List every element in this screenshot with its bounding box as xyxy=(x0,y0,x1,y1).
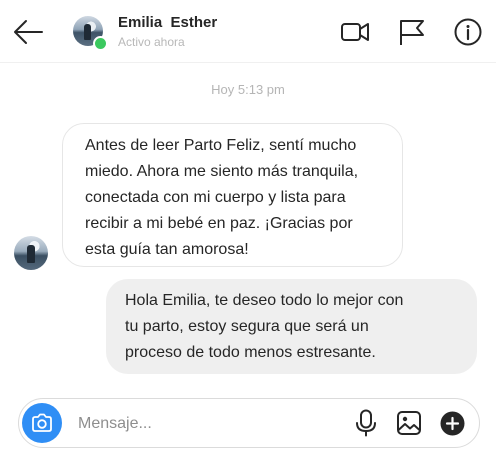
back-button[interactable] xyxy=(12,17,44,47)
online-indicator xyxy=(93,36,108,51)
incoming-message-text: Antes de leer Parto Feliz, sentí mucho m… xyxy=(85,137,359,258)
info-icon xyxy=(454,18,482,46)
chat-header: Emilia Esther Activo ahora xyxy=(0,0,496,63)
video-call-icon xyxy=(341,23,369,41)
camera-icon xyxy=(32,413,52,432)
video-call-button[interactable] xyxy=(340,17,370,47)
gallery-button[interactable] xyxy=(396,410,422,436)
incoming-message[interactable]: Antes de leer Parto Feliz, sentí mucho m… xyxy=(62,123,403,267)
voice-message-button[interactable] xyxy=(354,409,378,437)
contact-name[interactable]: Emilia Esther xyxy=(118,14,217,31)
outgoing-message[interactable]: Hola Emilia, te deseo todo lo mejor con … xyxy=(106,279,477,374)
image-icon xyxy=(397,411,421,435)
contact-status: Activo ahora xyxy=(118,35,185,49)
outgoing-message-text: Hola Emilia, te deseo todo lo mejor con … xyxy=(125,292,404,361)
add-attachment-button[interactable] xyxy=(440,411,465,436)
contact-avatar[interactable] xyxy=(73,16,108,51)
info-button[interactable] xyxy=(453,17,483,47)
sender-avatar[interactable] xyxy=(14,236,48,270)
camera-button[interactable] xyxy=(22,403,62,443)
message-input[interactable] xyxy=(78,413,338,435)
microphone-icon xyxy=(356,409,376,437)
flag-icon xyxy=(400,20,424,45)
message-timestamp: Hoy 5:13 pm xyxy=(211,82,285,97)
report-button[interactable] xyxy=(397,17,427,47)
add-icon xyxy=(440,411,465,436)
arrow-left-icon xyxy=(14,20,43,44)
